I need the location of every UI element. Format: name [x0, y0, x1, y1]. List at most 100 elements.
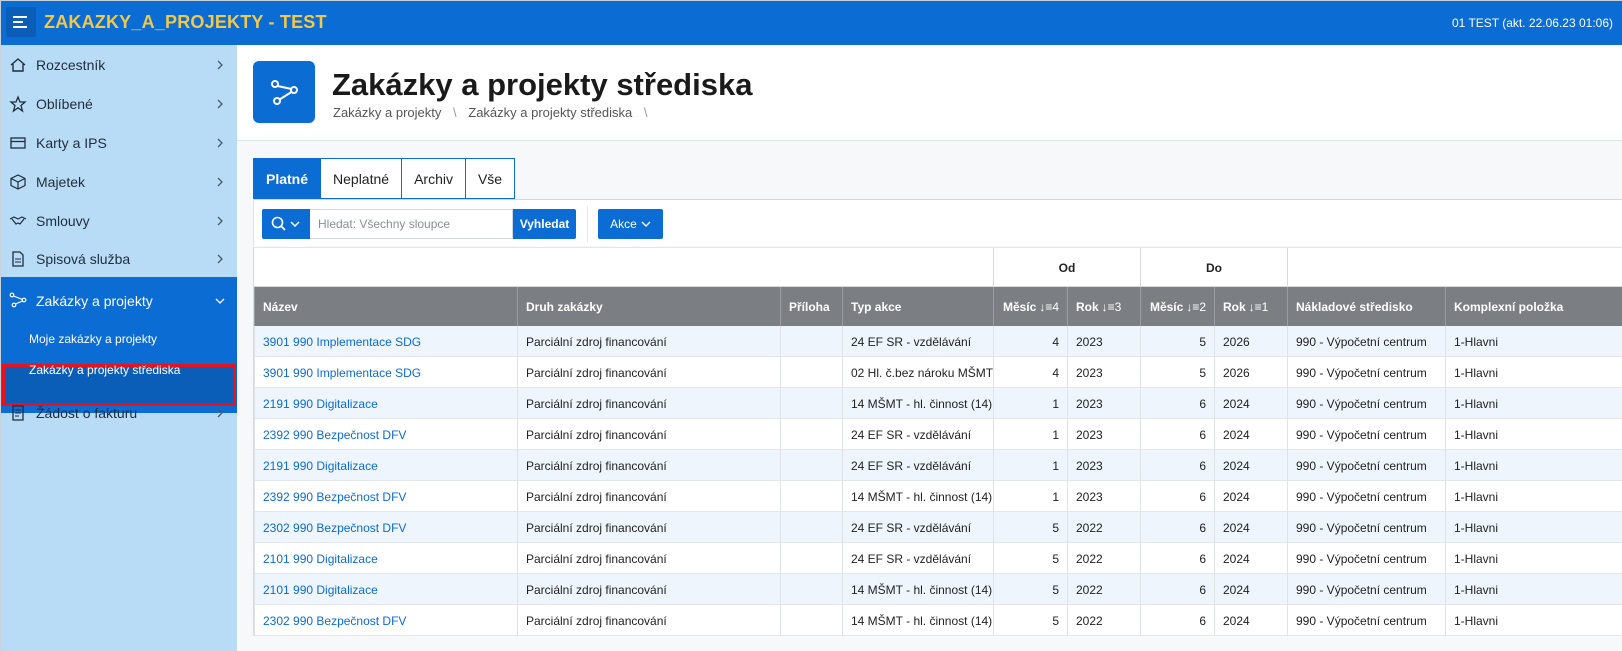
sidebar-item-zadost-o-fakturu[interactable]: Žádost o fakturu — [1, 393, 237, 433]
column-header[interactable]: Měsíc ↓≡2 — [1140, 287, 1214, 326]
table-cell: 24 EF SR - vzdělávání — [842, 450, 993, 481]
actions-menu-button[interactable]: Akce — [598, 209, 663, 239]
table-cell — [780, 481, 842, 512]
sidebar-item-karty[interactable]: Karty a IPS — [1, 123, 237, 163]
table-cell: 5 — [993, 543, 1067, 574]
row-name-link[interactable]: 3901 990 Implementace SDG — [254, 326, 517, 357]
row-name-link[interactable]: 2392 990 Bezpečnost DFV — [254, 481, 517, 512]
table-cell: 2022 — [1067, 605, 1140, 636]
sidebar-item-majetek[interactable]: Majetek — [1, 162, 237, 202]
table-cell: 1 — [993, 450, 1067, 481]
column-header[interactable]: Název — [254, 287, 517, 326]
sidebar-subitem-zakazky-strediska[interactable]: Zakázky a projekty střediska — [29, 363, 180, 377]
search-input[interactable] — [310, 209, 513, 239]
column-header[interactable]: Nákladové středisko — [1287, 287, 1445, 326]
menu-toggle-button[interactable] — [6, 7, 36, 37]
table-cell — [780, 326, 842, 357]
app-title[interactable]: ZAKAZKY_A_PROJEKTY - TEST — [44, 12, 327, 33]
table-cell: 2023 — [1067, 450, 1140, 481]
row-name-link[interactable]: 2302 990 Bezpečnost DFV — [254, 512, 517, 543]
table-cell: 6 — [1140, 543, 1214, 574]
table-cell: Parciální zdroj financování — [517, 419, 780, 450]
sidebar-item-rozcestnik[interactable]: Rozcestník — [1, 45, 237, 85]
sort-indicator-icon: ↓≡3 — [1101, 299, 1122, 314]
toolbar-divider — [587, 206, 588, 242]
table-cell: Parciální zdroj financování — [517, 388, 780, 419]
table-cell: 2024 — [1214, 605, 1287, 636]
table-cell: 6 — [1140, 450, 1214, 481]
tab-vse[interactable]: Vše — [464, 158, 516, 199]
row-name-link[interactable]: 2191 990 Digitalizace — [254, 388, 517, 419]
table-cell: 24 EF SR - vzdělávání — [842, 543, 993, 574]
top-bar: ZAKAZKY_A_PROJEKTY - TEST 01 TEST (akt. … — [1, 1, 1622, 45]
table-cell: 5 — [993, 574, 1067, 605]
table-cell: 990 - Výpočetní centrum — [1287, 419, 1445, 450]
table-cell — [780, 357, 842, 388]
project-icon — [271, 80, 298, 105]
row-name-link[interactable]: 2392 990 Bezpečnost DFV — [254, 419, 517, 450]
table-cell: 990 - Výpočetní centrum — [1287, 481, 1445, 512]
column-header-label: Komplexní položka — [1454, 299, 1564, 314]
column-header[interactable]: Příloha — [780, 287, 842, 326]
table-row: 2302 990 Bezpečnost DFV Parciální zdroj f… — [254, 512, 1622, 543]
hamburger-icon — [13, 16, 27, 28]
sidebar-item-zakazky[interactable]: Zakázky a projekty — [1, 277, 237, 325]
sidebar-item-smlouvy[interactable]: Smlouvy — [1, 201, 237, 241]
table-row: 2101 990 Digitalizace Parciální zdroj fin… — [254, 574, 1622, 605]
sidebar-subitem-moje-zakazky[interactable]: Moje zakázky a projekty — [29, 332, 157, 346]
sidebar-item-label: Karty a IPS — [36, 135, 107, 151]
breadcrumb-item[interactable]: Zakázky a projekty střediska — [468, 105, 632, 120]
sidebar-item-label: Majetek — [36, 174, 86, 190]
table-cell: 24 EF SR - vzdělávání — [842, 326, 993, 357]
table-cell: 4 — [993, 326, 1067, 357]
sidebar-item-oblibene[interactable]: Oblíbené — [1, 84, 237, 124]
sort-indicator-icon: ↓≡2 — [1186, 299, 1206, 314]
search-icon — [271, 216, 286, 231]
column-header[interactable]: Rok ↓≡3 — [1067, 287, 1140, 326]
row-name-link[interactable]: 3901 990 Implementace SDG — [254, 357, 517, 388]
table-cell: 6 — [1140, 605, 1214, 636]
table-cell: 6 — [1140, 574, 1214, 605]
sidebar-item-spisova-sluzba[interactable]: Spisová služba — [1, 239, 237, 279]
table-cell: 1-Hlavni — [1445, 481, 1622, 512]
chevron-right-icon — [217, 60, 223, 70]
table-cell: 2023 — [1067, 481, 1140, 512]
table-cell: 1-Hlavni — [1445, 543, 1622, 574]
table-cell: 2024 — [1214, 419, 1287, 450]
table-cell: 1-Hlavni — [1445, 574, 1622, 605]
breadcrumb-item[interactable]: Zakázky a projekty — [333, 105, 441, 120]
table-cell — [780, 512, 842, 543]
search-go-button[interactable]: Vyhledat — [513, 209, 576, 239]
column-header[interactable]: Typ akce — [842, 287, 993, 326]
column-header[interactable]: Měsíc ↓≡4 — [993, 287, 1067, 326]
table-cell: 990 - Výpočetní centrum — [1287, 605, 1445, 636]
row-name-link[interactable]: 2191 990 Digitalizace — [254, 450, 517, 481]
table-cell: 2024 — [1214, 543, 1287, 574]
home-icon — [10, 58, 26, 72]
actions-label: Akce — [610, 217, 637, 231]
row-name-link[interactable]: 2101 990 Digitalizace — [254, 574, 517, 605]
breadcrumb-separator: \ — [453, 105, 457, 120]
table-cell: 5 — [1140, 326, 1214, 357]
column-header-label: Rok — [1223, 299, 1246, 314]
table-cell — [780, 450, 842, 481]
row-name-link[interactable]: 2302 990 Bezpečnost DFV — [254, 605, 517, 636]
tab-platne[interactable]: Platné — [253, 158, 322, 199]
table-cell: 2022 — [1067, 574, 1140, 605]
tab-archiv[interactable]: Archiv — [401, 158, 466, 199]
row-name-link[interactable]: 2101 990 Digitalizace — [254, 543, 517, 574]
tab-neplatne[interactable]: Neplatné — [320, 158, 403, 199]
column-header[interactable]: Rok ↓≡1 — [1214, 287, 1287, 326]
table-cell — [780, 388, 842, 419]
column-header[interactable]: Druh zakázky — [517, 287, 780, 326]
table-cell: 14 MŠMT - hl. činnost (14) — [842, 481, 993, 512]
column-header[interactable]: Komplexní položka — [1445, 287, 1622, 326]
table-group-header-row: Od Do — [254, 247, 1622, 288]
table-cell: 5 — [993, 605, 1067, 636]
search-column-button[interactable] — [262, 209, 310, 239]
table-cell: 5 — [993, 512, 1067, 543]
table-cell: 1-Hlavni — [1445, 326, 1622, 357]
table-cell: 1-Hlavni — [1445, 605, 1622, 636]
chevron-down-icon — [215, 298, 225, 304]
handshake-icon — [9, 216, 27, 225]
